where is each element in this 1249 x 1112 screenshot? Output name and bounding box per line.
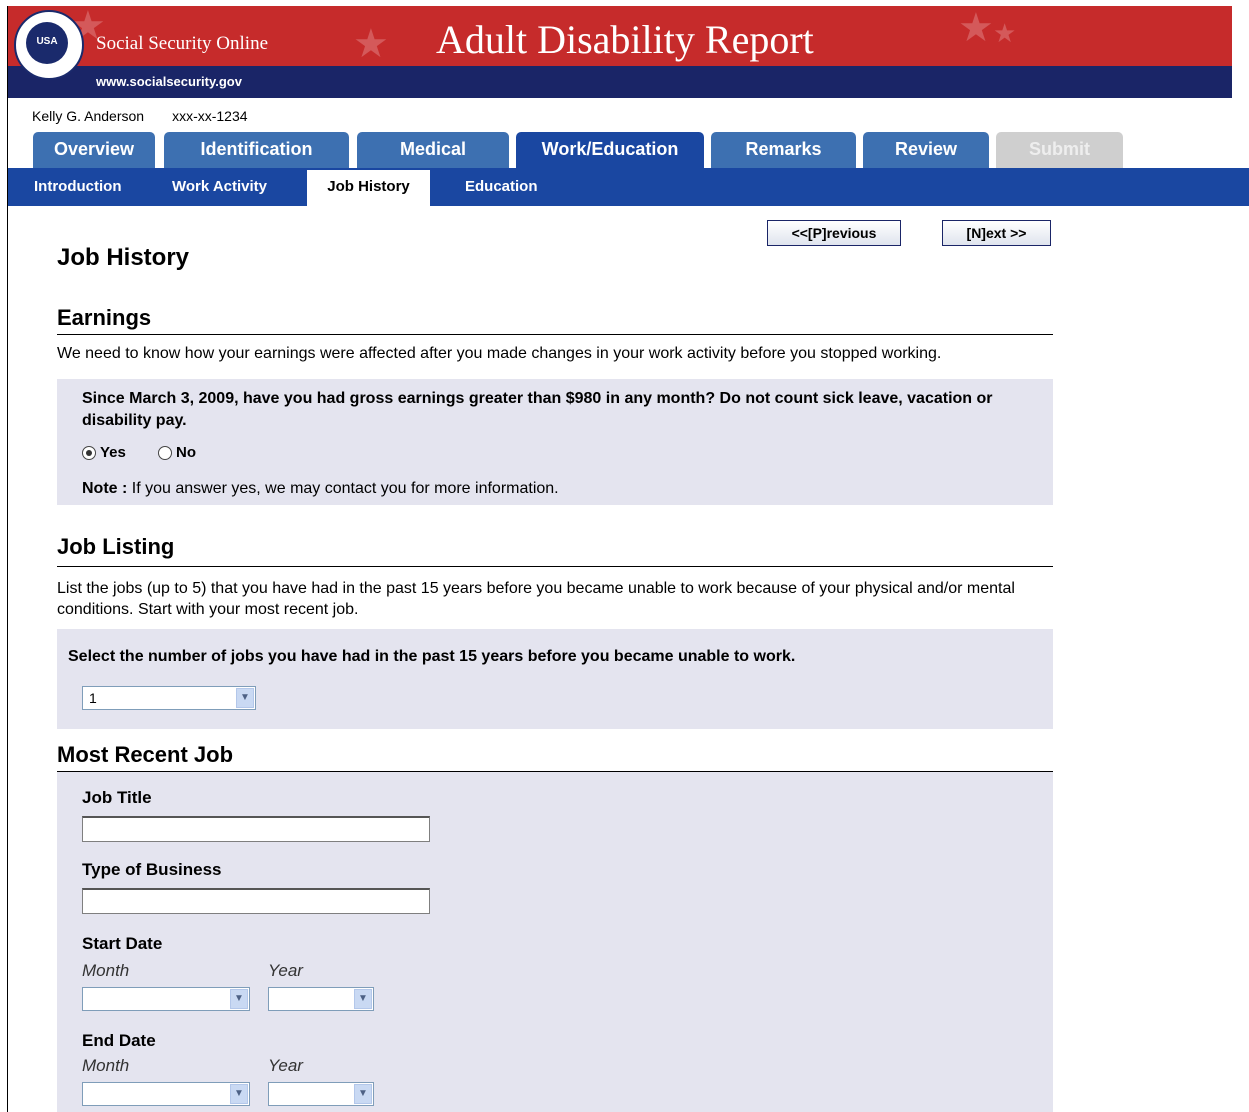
app-title: Adult Disability Report — [436, 17, 814, 62]
tab-identification[interactable]: Identification — [164, 132, 349, 168]
seal-center: USA — [26, 22, 68, 64]
user-info: Kelly G. Anderson xxx-xx-1234 — [32, 108, 248, 124]
recent-job-heading: Most Recent Job — [57, 742, 234, 767]
chevron-down-icon[interactable]: ▼ — [236, 688, 254, 708]
user-name: Kelly G. Anderson — [32, 108, 145, 124]
radio-unselected-icon[interactable] — [158, 445, 172, 460]
tab-overview[interactable]: Overview — [33, 132, 155, 168]
job-listing-intro: List the jobs (up to 5) that you have ha… — [57, 580, 1015, 618]
subnav-work-activity[interactable]: Work Activity — [172, 178, 267, 195]
job-count-select[interactable]: 1 ▼ — [82, 686, 256, 710]
subnav-introduction[interactable]: Introduction — [34, 178, 121, 195]
earnings-intro: We need to know how your earnings were a… — [57, 345, 942, 362]
end-month-select[interactable]: ▼ — [82, 1082, 250, 1106]
earnings-yes-radio[interactable]: Yes — [82, 444, 126, 461]
job-count-panel — [57, 629, 1053, 729]
job-title-label: Job Title — [82, 788, 152, 807]
next-button[interactable]: [N]ext >> — [942, 220, 1051, 246]
earnings-question: Since March 3, 2009, have you had gross … — [82, 390, 993, 429]
job-count-value: 1 — [89, 690, 97, 706]
earnings-divider — [57, 334, 1053, 335]
brand-name[interactable]: Social Security Online — [96, 33, 268, 55]
page-title: Job History — [57, 244, 190, 271]
tab-work-education[interactable]: Work/Education — [516, 132, 704, 168]
end-date-label: End Date — [82, 1031, 156, 1050]
chevron-down-icon[interactable]: ▼ — [354, 989, 372, 1009]
chevron-down-icon[interactable]: ▼ — [230, 989, 248, 1009]
business-type-label: Type of Business — [82, 860, 222, 879]
no-label: No — [176, 444, 196, 461]
end-year-select[interactable]: ▼ — [268, 1082, 374, 1106]
job-listing-divider — [57, 566, 1053, 567]
star-icon: ★ — [993, 18, 1017, 48]
start-month-select[interactable]: ▼ — [82, 987, 250, 1011]
user-ssn: xxx-xx-1234 — [172, 108, 248, 124]
site-url[interactable]: www.socialsecurity.gov — [96, 74, 242, 89]
earnings-note: Note : If you answer yes, we may contact… — [82, 480, 559, 498]
tab-medical[interactable]: Medical — [357, 132, 509, 168]
chevron-down-icon[interactable]: ▼ — [230, 1084, 248, 1104]
note-text: If you answer yes, we may contact you fo… — [127, 480, 559, 497]
earnings-heading: Earnings — [57, 305, 152, 330]
previous-button[interactable]: <<[P]revious — [767, 220, 901, 246]
chevron-down-icon[interactable]: ▼ — [354, 1084, 372, 1104]
job-count-question: Select the number of jobs you have had i… — [68, 648, 796, 665]
start-year-select[interactable]: ▼ — [268, 987, 374, 1011]
yes-label: Yes — [100, 444, 126, 461]
business-type-input[interactable] — [82, 888, 430, 914]
end-year-label: Year — [268, 1056, 303, 1075]
subnav-education[interactable]: Education — [465, 178, 538, 195]
note-label: Note : — [82, 480, 128, 497]
job-listing-heading: Job Listing — [57, 534, 175, 559]
tab-review[interactable]: Review — [863, 132, 989, 168]
start-month-label: Month — [82, 961, 130, 980]
end-month-label: Month — [82, 1056, 130, 1075]
start-date-label: Start Date — [82, 934, 163, 953]
tab-submit: Submit — [996, 132, 1123, 168]
star-icon: ★ — [353, 22, 389, 66]
star-icon: ★ — [958, 6, 994, 50]
ssa-seal-logo: USA — [14, 10, 84, 80]
earnings-no-radio[interactable]: No — [158, 444, 196, 461]
start-year-label: Year — [268, 961, 303, 980]
tab-remarks[interactable]: Remarks — [711, 132, 856, 168]
seal-text: USA — [36, 36, 58, 47]
subnav-job-history[interactable]: Job History — [307, 170, 430, 206]
radio-selected-icon[interactable] — [82, 445, 96, 460]
job-title-input[interactable] — [82, 816, 430, 842]
